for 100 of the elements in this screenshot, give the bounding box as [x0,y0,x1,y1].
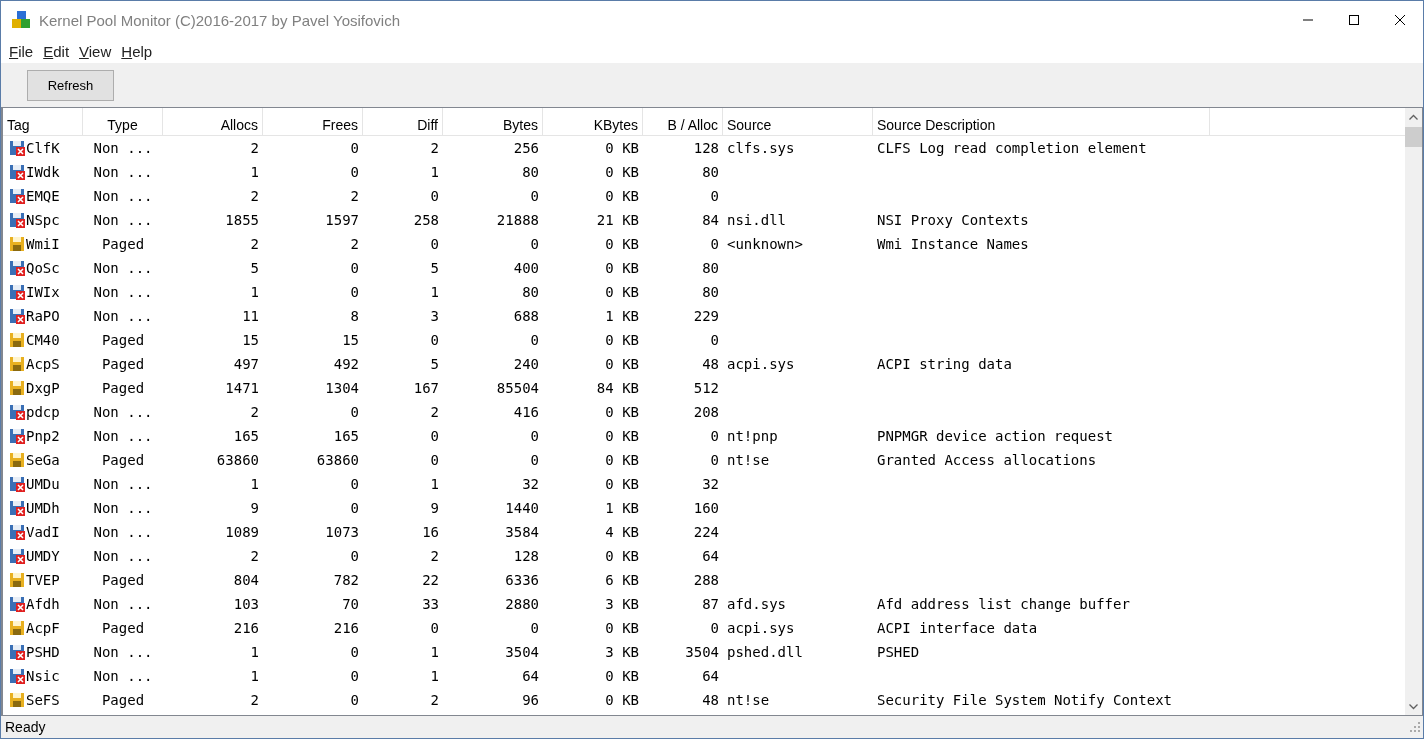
table-cell: Non ... [93,428,153,444]
disk-error-icon [9,164,25,180]
table-cell: Non ... [93,260,153,276]
table-cell: SeFS [26,692,60,708]
column-header[interactable]: Type [83,108,163,135]
menu-item[interactable]: Help [116,42,158,60]
table-cell: nt!se [727,692,770,708]
menu-item[interactable]: View [74,42,117,60]
table-cell: CLFS Log read completion element [877,140,1147,156]
table-cell: 80 [702,284,719,300]
column-header[interactable]: Bytes [443,108,543,135]
disk-error-icon [9,260,25,276]
column-header[interactable]: Diff [363,108,443,135]
disk-error-icon [9,140,25,156]
table-cell: 63860 [316,452,359,468]
table-cell: 0 KB [605,548,639,564]
table-cell: 48 [702,356,719,372]
menu-item[interactable]: Edit [38,42,75,60]
table-cell: 0 [710,332,719,348]
table-cell: nsi.dll [727,212,786,228]
table-cell: 1 KB [605,500,639,516]
disk-error-icon [9,212,25,228]
scroll-down-icon[interactable] [1409,703,1418,710]
table-cell: 2880 [505,596,539,612]
disk-error-icon [9,308,25,324]
table-cell: 3504 [505,644,539,660]
table-cell: EMQE [26,188,60,204]
resize-grip-icon[interactable] [1409,721,1421,733]
table-cell: 0 [350,500,359,516]
table-cell: UMDY [26,548,60,564]
scrollbar[interactable] [1405,108,1422,715]
table-cell: 512 [693,380,719,396]
table-cell: 216 [233,620,259,636]
table-cell: 3 KB [605,644,639,660]
table-cell: Pnp2 [26,428,60,444]
table-cell: 0 KB [605,404,639,420]
table-cell: 0 KB [605,668,639,684]
status-text: Ready [5,719,46,735]
table-cell: Afdh [26,596,60,612]
column-header[interactable]: Frees [263,108,363,135]
table-cell: 224 [693,524,719,540]
table-cell: NSpc [26,212,60,228]
table-cell: WmiI [26,236,60,252]
table-cell: 2 [430,692,439,708]
table-cell: 1 [250,644,259,660]
table-cell: 1 [250,284,259,300]
table-cell: 1073 [325,524,359,540]
table-cell: 0 KB [605,692,639,708]
table-cell: 0 [710,188,719,204]
table-cell: Non ... [93,308,153,324]
table-cell: 16 [422,524,439,540]
table-cell: 288 [693,572,719,588]
table-cell: 0 [710,620,719,636]
column-header[interactable]: KBytes [543,108,643,135]
scroll-thumb[interactable] [1405,127,1422,147]
table-cell: Non ... [93,284,153,300]
table-cell: 229 [693,308,719,324]
table-cell: 1 [430,284,439,300]
table-cell: 64 [702,548,719,564]
table-cell: 1304 [325,380,359,396]
table-cell: CM40 [26,332,60,348]
table-cell: 0 [350,404,359,420]
refresh-button[interactable]: Refresh [27,69,114,101]
table-cell: 32 [522,476,539,492]
menu-item[interactable]: File [4,42,39,60]
table-cell: 84 [702,212,719,228]
table-cell: acpi.sys [727,356,795,372]
table-cell: Paged [101,236,145,252]
table-cell: 96 [522,692,539,708]
table-cell: 0 KB [605,260,639,276]
column-header[interactable]: Source Description [873,108,1210,135]
table-cell: 0 KB [605,164,639,180]
table-cell: VadI [26,524,60,540]
table-cell: Non ... [93,668,153,684]
table-cell: 0 KB [605,140,639,156]
table-cell: 2 [350,188,359,204]
table-cell: pshed.dll [727,644,803,660]
table-cell: 128 [693,140,719,156]
table-cell: 216 [333,620,359,636]
table-cell: 5 [430,260,439,276]
column-header[interactable]: Tag [3,108,83,135]
table-cell: acpi.sys [727,620,795,636]
table-cell: 804 [233,572,259,588]
table-cell: 1 [430,476,439,492]
column-header[interactable]: B / Alloc [643,108,723,135]
table-cell: Paged [101,356,145,372]
scroll-up-icon[interactable] [1409,113,1418,120]
table-cell: 128 [513,548,539,564]
table-cell: 0 [350,668,359,684]
table-cell: 497 [233,356,259,372]
table-cell: 400 [513,260,539,276]
column-header[interactable]: Allocs [163,108,263,135]
table-cell: 1 [430,644,439,660]
table-cell: 32 [702,476,719,492]
table-cell: 64 [702,668,719,684]
table-cell: nt!se [727,452,770,468]
column-header[interactable]: Source [723,108,873,135]
close-icon[interactable] [1394,14,1406,26]
maximize-icon[interactable] [1348,14,1360,26]
table-cell: 167 [413,380,439,396]
